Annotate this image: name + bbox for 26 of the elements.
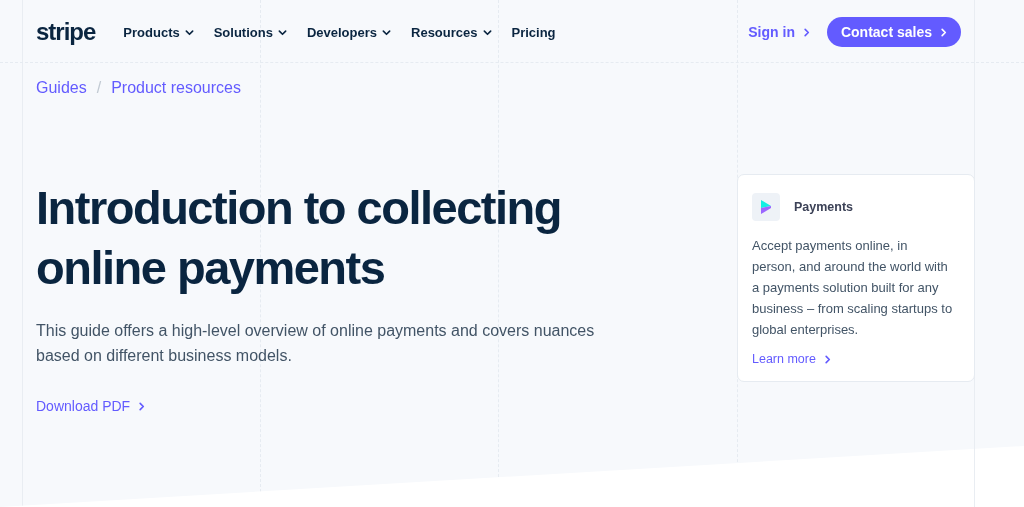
chevron-right-icon xyxy=(822,354,832,364)
chevron-down-icon xyxy=(277,27,287,37)
chevron-down-icon xyxy=(482,27,492,37)
chevron-down-icon xyxy=(382,27,391,37)
chevron-right-icon xyxy=(137,401,147,411)
breadcrumb-separator: / xyxy=(96,79,102,97)
chevron-down-icon xyxy=(184,27,194,37)
nav-item[interactable]: Developers xyxy=(306,24,391,40)
card-description: Accept payments online, in person, and around the world with a payments solution built for any business – from scaling startups to global enterprises. xyxy=(752,237,954,339)
page-title: Introduction to collecting online payments xyxy=(36,180,562,296)
nav-item[interactable]: Solutions xyxy=(213,24,287,40)
stripe-logo[interactable]: stripe xyxy=(36,18,96,46)
breadcrumb-link[interactable]: Guides xyxy=(36,79,87,97)
nav-item[interactable]: Pricing xyxy=(511,24,556,40)
breadcrumb-link[interactable]: Product resources xyxy=(111,79,241,97)
chevron-right-icon xyxy=(801,27,811,37)
nav-item[interactable]: Resources xyxy=(411,24,492,40)
download-pdf-link[interactable]: Download PDF xyxy=(36,398,147,414)
card-title: Payments xyxy=(794,200,854,214)
nav-item[interactable]: Products xyxy=(123,24,194,40)
sign-in-link[interactable]: Sign in xyxy=(748,24,811,40)
contact-sales-button[interactable]: Contact sales xyxy=(826,17,961,47)
chevron-right-icon xyxy=(939,27,948,37)
payments-icon xyxy=(752,193,780,221)
learn-more-link[interactable]: Learn more xyxy=(752,352,832,366)
intro-paragraph: This guide offers a high-level overview of online payments and covers nuances based on different business models. xyxy=(36,321,596,366)
